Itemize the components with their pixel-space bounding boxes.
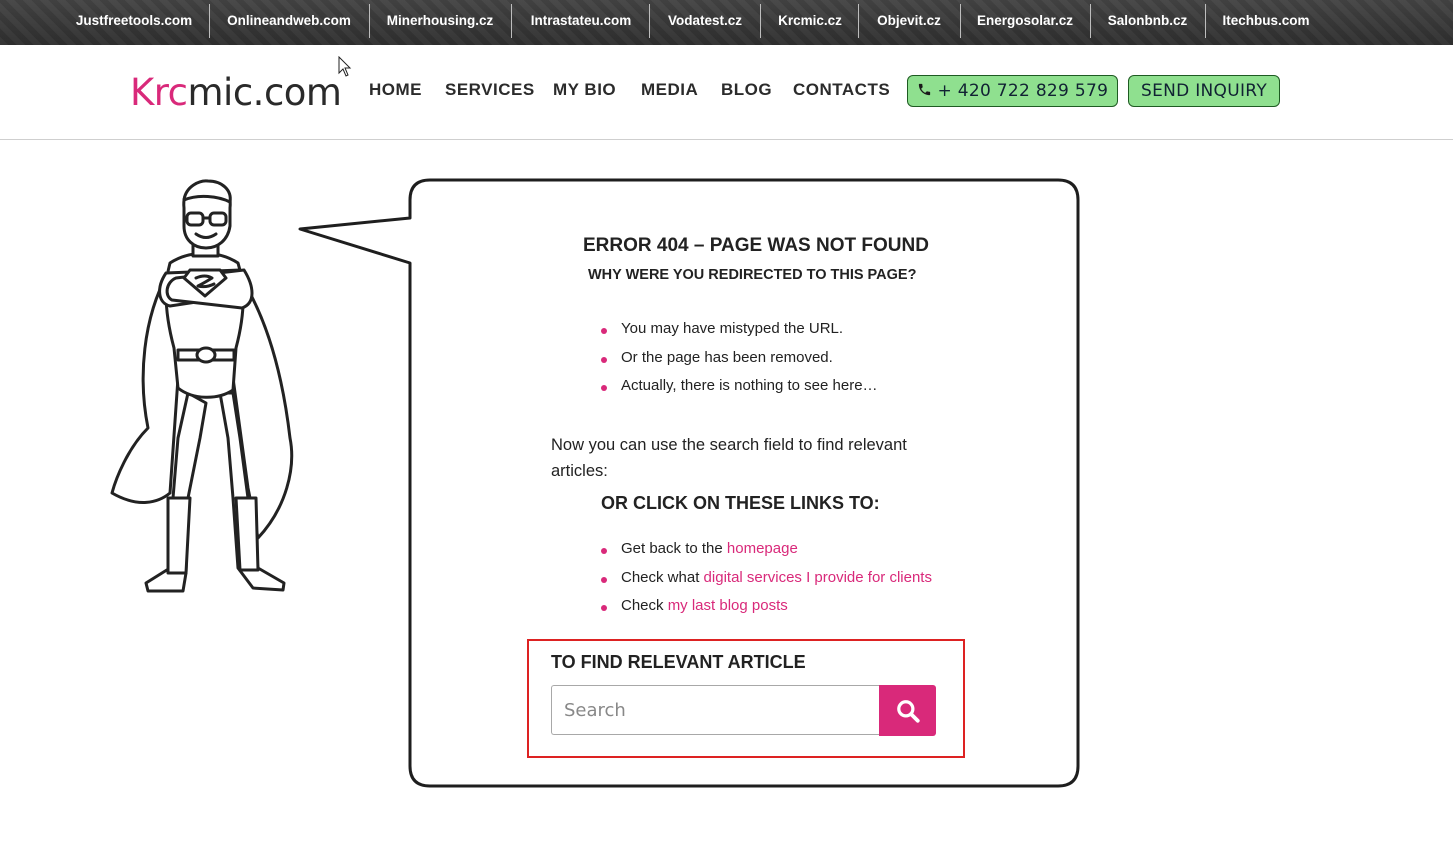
divider xyxy=(1205,4,1206,38)
homepage-link[interactable]: homepage xyxy=(727,540,798,557)
divider xyxy=(760,4,761,38)
reason-item: Actually, there is nothing to see here… xyxy=(601,377,878,394)
network-link-vodatest[interactable]: Vodatest.cz xyxy=(660,0,750,45)
logo-text-accent: Krc xyxy=(130,71,188,114)
divider xyxy=(858,4,859,38)
network-link-energosolar[interactable]: Energosolar.cz xyxy=(970,0,1080,45)
superhero-illustration xyxy=(110,179,294,593)
error-title: ERROR 404 – PAGE WAS NOT FOUND xyxy=(583,235,929,256)
link-item-prefix: Check what xyxy=(621,569,704,586)
search-input[interactable] xyxy=(551,685,881,735)
phone-icon xyxy=(918,83,930,96)
search-hint-text: Now you can use the search field to find… xyxy=(551,436,907,480)
phone-label: + 420 722 829 579 xyxy=(937,81,1109,101)
network-link-minerhousing[interactable]: Minerhousing.cz xyxy=(380,0,500,45)
error-subtitle: WHY WERE YOU REDIRECTED TO THIS PAGE? xyxy=(588,267,917,283)
divider xyxy=(960,4,961,38)
nav-services[interactable]: SERVICES xyxy=(445,80,535,100)
site-logo[interactable]: Krcmic.com xyxy=(130,71,342,114)
link-item-blog: Check my last blog posts xyxy=(601,597,788,614)
network-link-justfreetools[interactable]: Justfreetools.com xyxy=(70,0,198,45)
network-bar: Justfreetools.com Onlineandweb.com Miner… xyxy=(0,0,1453,45)
search-icon xyxy=(896,699,920,723)
divider xyxy=(511,4,512,38)
search-button[interactable] xyxy=(879,685,936,736)
network-link-intrastateu[interactable]: Intrastateu.com xyxy=(522,0,640,45)
nav-contacts[interactable]: CONTACTS xyxy=(793,80,890,100)
link-item-homepage: Get back to the homepage xyxy=(601,540,798,557)
divider xyxy=(1090,4,1091,38)
nav-my-bio[interactable]: MY BIO xyxy=(553,80,616,100)
network-link-objevit[interactable]: Objevit.cz xyxy=(868,0,950,45)
site-header: Krcmic.com HOME SERVICES MY BIO MEDIA BL… xyxy=(0,45,1453,140)
network-link-itechbus[interactable]: Itechbus.com xyxy=(1215,0,1317,45)
logo-text: mic.com xyxy=(187,71,342,114)
link-item-services: Check what digital services I provide fo… xyxy=(601,569,932,586)
network-link-salonbnb[interactable]: Salonbnb.cz xyxy=(1100,0,1195,45)
nav-home[interactable]: HOME xyxy=(369,80,422,100)
mouse-cursor-icon xyxy=(338,56,352,77)
network-link-krcmic[interactable]: Krcmic.cz xyxy=(770,0,850,45)
services-link[interactable]: digital services I provide for clients xyxy=(704,569,932,586)
reason-item: Or the page has been removed. xyxy=(601,349,833,366)
search-title: TO FIND RELEVANT ARTICLE xyxy=(551,652,806,672)
divider xyxy=(369,4,370,38)
link-item-prefix: Check xyxy=(621,597,668,614)
divider xyxy=(649,4,650,38)
reason-item: You may have mistyped the URL. xyxy=(600,320,844,337)
network-link-onlineandweb[interactable]: Onlineandweb.com xyxy=(220,0,358,45)
nav-blog[interactable]: BLOG xyxy=(721,80,772,100)
phone-button[interactable]: + 420 722 829 579 xyxy=(907,75,1118,107)
link-item-prefix: Get back to the xyxy=(621,540,727,557)
divider xyxy=(209,4,210,38)
blog-posts-link[interactable]: my last blog posts xyxy=(668,597,788,614)
nav-media[interactable]: MEDIA xyxy=(641,80,698,100)
send-inquiry-button[interactable]: SEND INQUIRY xyxy=(1128,75,1280,107)
links-heading: OR CLICK ON THESE LINKS TO: xyxy=(601,493,880,513)
